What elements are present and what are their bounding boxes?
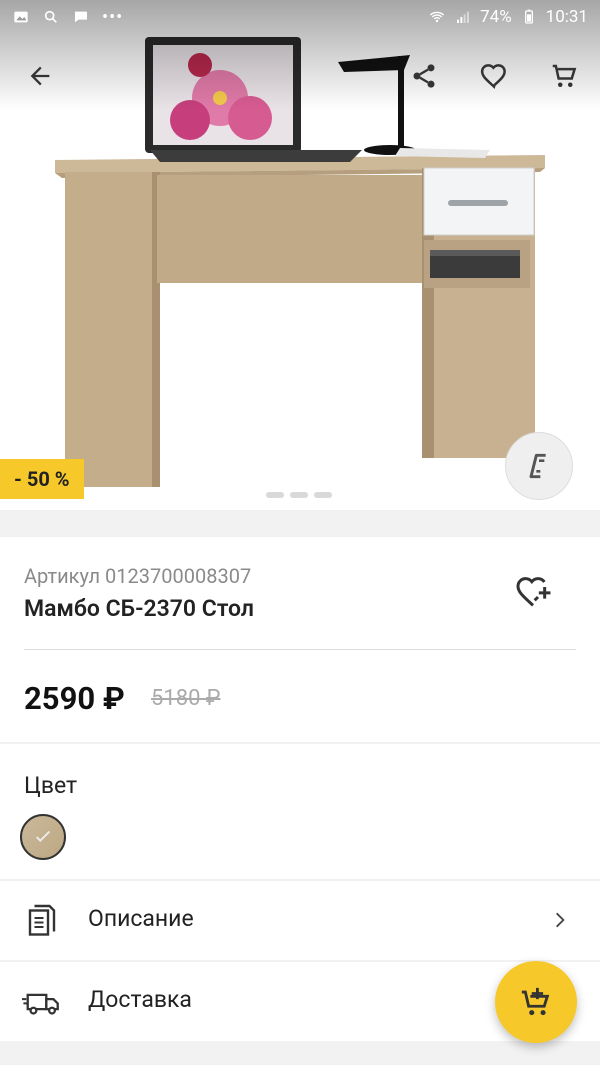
cart-icon — [552, 64, 577, 87]
cart-add-icon — [521, 987, 550, 1016]
add-to-cart-fab[interactable] — [495, 961, 577, 1043]
favorite-button[interactable] — [472, 54, 516, 98]
divider — [24, 649, 576, 650]
gallery-dot — [266, 492, 284, 498]
battery-percent: 74% — [480, 7, 512, 27]
gallery-notification-icon — [14, 11, 28, 23]
compare-icon — [529, 453, 546, 479]
check-icon — [35, 830, 51, 842]
battery-icon — [524, 9, 533, 24]
add-to-wishlist-button[interactable] — [510, 569, 556, 615]
gallery-dot — [290, 492, 308, 498]
gallery-indicator — [266, 492, 336, 500]
old-price: 5180 ₽ — [151, 686, 221, 711]
heart-icon — [480, 64, 506, 89]
clock: 10:31 — [545, 7, 588, 27]
gallery-dot — [314, 492, 332, 498]
document-icon — [22, 901, 62, 941]
app-bar — [0, 46, 600, 106]
discount-badge: - 50 % — [0, 459, 84, 499]
more-notifications-icon: ••• — [102, 6, 124, 28]
wifi-icon — [429, 11, 445, 23]
description-row[interactable]: Описание — [0, 881, 600, 960]
article-number: Артикул 0123700008307 — [24, 564, 252, 588]
description-label: Описание — [88, 905, 194, 932]
heart-plus-icon — [516, 577, 551, 607]
search-notification-icon — [44, 10, 57, 23]
current-price: 2590 ₽ — [24, 680, 125, 717]
color-swatch[interactable] — [20, 814, 66, 860]
color-label: Цвет — [24, 772, 78, 799]
bottom-spacer — [0, 1041, 600, 1065]
product-info-card: Артикул 0123700008307 Мамбо СБ-2370 Стол… — [0, 537, 600, 742]
color-section: Цвет — [0, 744, 600, 879]
share-icon — [413, 64, 435, 88]
truck-icon — [22, 982, 62, 1022]
compare-button[interactable] — [505, 432, 573, 500]
message-notification-icon — [75, 11, 87, 23]
status-bar: ••• 74% 10:31 — [0, 0, 600, 34]
signal-icon — [457, 11, 470, 23]
delivery-label: Доставка — [88, 986, 192, 1013]
back-button[interactable] — [18, 54, 62, 98]
share-button[interactable] — [402, 54, 446, 98]
product-title: Мамбо СБ-2370 Стол — [24, 595, 254, 622]
cart-button[interactable] — [542, 54, 586, 98]
product-image-gallery[interactable]: - 50 % — [0, 0, 600, 510]
arrow-left-icon — [30, 66, 50, 86]
chevron-right-icon — [556, 912, 565, 928]
